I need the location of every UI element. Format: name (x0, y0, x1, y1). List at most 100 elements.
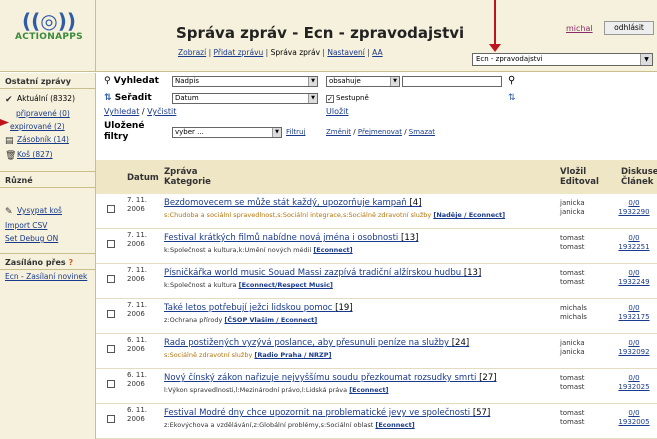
actionapps-logo[interactable]: ((◎)) ACTIONAPPS (14, 10, 84, 50)
site-select[interactable]: Ecn - zpravodajstvi ▼ (472, 53, 653, 66)
row-headline-link[interactable]: Rada postižených vyzývá poslance, aby př… (164, 338, 469, 348)
row-categories: s:Sociálně zdravotní služby [Radio Praha… (164, 351, 544, 359)
add-sort-icon[interactable]: ⇅ (508, 93, 516, 103)
row-source-link[interactable]: [ČSOP Vlašim / Econnect] (224, 316, 317, 324)
row-checkbox[interactable] (107, 345, 115, 353)
save-link[interactable]: Uložit (326, 107, 349, 116)
column-header-discussion-1: Diskuse (621, 167, 657, 177)
row-date-year: 2006 (127, 380, 145, 388)
filter-link[interactable]: Filtruj (286, 128, 305, 136)
row-date-year: 2006 (127, 310, 145, 318)
clear-link[interactable]: Vyčistit (147, 107, 176, 116)
row-source-link[interactable]: [Econnect] (375, 421, 414, 429)
row-categories-text: s:Chudoba a sociální spravedlnost,s:Soci… (164, 211, 434, 219)
column-header-author[interactable]: Vložil Editoval (560, 167, 599, 187)
row-discussion-link[interactable]: 0/0 (617, 409, 651, 418)
row-categories: z:Ekovýchova a vzdělávání,z:Globální pro… (164, 421, 544, 429)
row-categories: k:Společnost a kultura,k:Umění nových mé… (164, 246, 544, 254)
row-author: tomast tomast (560, 374, 585, 392)
delete-link[interactable]: Smazat (409, 128, 435, 136)
row-author-created: tomast (560, 234, 585, 242)
row-headline-link[interactable]: Festival krátkých filmů nabídne nová jmé… (164, 233, 418, 243)
row-checkbox[interactable] (107, 240, 115, 248)
search-operator-select[interactable]: obsahuje ▼ (326, 76, 400, 87)
column-header-message-1: Zpráva (164, 167, 198, 177)
tab-settings[interactable]: Nastavení (327, 48, 365, 57)
sidebar-item-prepared[interactable]: připravené (0) (0, 107, 95, 120)
row-article-link[interactable]: 1932249 (617, 278, 651, 287)
saved-filter-select[interactable]: vyber ... ▼ (172, 127, 282, 138)
search-field-value: Nadpis (175, 77, 200, 85)
row-article-link[interactable]: 1932092 (617, 348, 651, 357)
change-link[interactable]: Změnit (326, 128, 351, 136)
row-date: 6. 11. 2006 (127, 371, 147, 389)
row-discussion-link[interactable]: 0/0 (617, 234, 651, 243)
rename-link[interactable]: Přejmenovat (358, 128, 402, 136)
tab-view[interactable]: Zobrazí (178, 48, 206, 57)
sidebar-item-newsletter[interactable]: Ecn - Zasílaní novinek (0, 270, 95, 283)
sidebar-item-empty-trash[interactable]: ✎ Vysypat koš (0, 204, 95, 219)
sidebar-item-trash[interactable]: 🗑Koš (827) (0, 148, 95, 163)
row-discussion-link[interactable]: 0/0 (617, 374, 651, 383)
column-header-message[interactable]: Zpráva Kategorie (164, 167, 211, 187)
row-categories-text: k:Společnost a kultura,k:Umění nových mé… (164, 246, 314, 254)
row-source-link[interactable]: [Econnect] (313, 246, 352, 254)
row-headline-link[interactable]: Písničkářka world music Souad Massi zazp… (164, 268, 481, 278)
sidebar-item-expired[interactable]: expirované (2) (0, 120, 95, 133)
search-link[interactable]: Vyhledat (104, 107, 139, 116)
row-article-link[interactable]: 1932025 (617, 383, 651, 392)
search-input[interactable] (402, 76, 502, 87)
row-discussion-link[interactable]: 0/0 (617, 339, 651, 348)
sidebar-item-debug[interactable]: Set Debug ON (0, 232, 95, 245)
sidebar-item-import-csv[interactable]: Import CSV (0, 219, 95, 232)
row-article-link[interactable]: 1932251 (617, 243, 651, 252)
row-source-link[interactable]: [Naděje / Econnect] (433, 211, 505, 219)
row-author-edited: tomast (560, 243, 585, 251)
tab-aa[interactable]: AA (372, 48, 382, 57)
row-discussion-link[interactable]: 0/0 (617, 269, 651, 278)
sort-desc-checkbox[interactable]: ✓ (326, 95, 334, 103)
sidebar-item-holding-bin[interactable]: ▤ Zásobník (14) (0, 133, 95, 148)
column-header-discussion[interactable]: Diskuse Článek (621, 167, 657, 187)
row-date: 7. 11. 2006 (127, 266, 147, 284)
trash-icon: 🗑 (5, 151, 17, 161)
search-go-icon[interactable]: ⚲ (508, 75, 515, 86)
row-article-link[interactable]: 1932175 (617, 313, 651, 322)
row-count: [13] (463, 268, 482, 278)
sidebar-item-current[interactable]: ✔ Aktuální (8332) (0, 89, 95, 107)
row-headline-link[interactable]: Také letos potřebují ježci lidskou pomoc… (164, 303, 353, 313)
logout-button[interactable]: odhlásit (604, 21, 654, 35)
row-discussion-link[interactable]: 0/0 (617, 199, 651, 208)
tab-manage-items[interactable]: Správa zpráv (271, 48, 320, 57)
row-source-link[interactable]: [Radio Praha / NRZP] (254, 351, 331, 359)
chevron-down-icon: ▼ (640, 54, 652, 65)
table-row: 6. 11. 2006 Festival Modré dny chce upozor… (96, 404, 657, 439)
column-header-date[interactable]: Datum (127, 173, 159, 183)
row-headline-link[interactable]: Festival Modré dny chce upozornit na pro… (164, 408, 490, 418)
row-checkbox[interactable] (107, 380, 115, 388)
empty-trash-icon: ✎ (5, 207, 13, 217)
row-checkbox[interactable] (107, 415, 115, 423)
sort-desc-option[interactable]: ✓ Sestupně (326, 94, 369, 103)
help-icon[interactable]: ? (68, 258, 73, 267)
row-discussion: 0/0 1932175 (617, 304, 651, 322)
row-author: janicka janicka (560, 199, 585, 217)
row-source-link[interactable]: [Econnect] (349, 386, 388, 394)
row-discussion-link[interactable]: 0/0 (617, 304, 651, 313)
row-headline-link[interactable]: Bezdomovecem se může stát každý, upozorň… (164, 198, 422, 208)
row-source-link[interactable]: [Econnect/Respect Music] (239, 281, 333, 289)
page: ((◎)) ACTIONAPPS Správa zpráv - Ecn - zp… (0, 0, 657, 439)
tab-add-item[interactable]: Přidat zprávu (213, 48, 263, 57)
row-categories: z:Ochrana přírody [ČSOP Vlašim / Econnec… (164, 316, 544, 324)
row-checkbox[interactable] (107, 205, 115, 213)
search-field-select[interactable]: Nadpis ▼ (172, 76, 318, 87)
row-article-link[interactable]: 1932290 (617, 208, 651, 217)
sidebar-item-label: Koš (827) (17, 150, 53, 159)
row-checkbox[interactable] (107, 275, 115, 283)
row-article-link[interactable]: 1932005 (617, 418, 651, 427)
row-author-edited: tomast (560, 278, 585, 286)
user-link[interactable]: michal (566, 24, 593, 33)
row-headline-link[interactable]: Nový čínský zákon nařizuje nejvyššímu so… (164, 373, 497, 383)
row-checkbox[interactable] (107, 310, 115, 318)
sort-field-select[interactable]: Datum ▼ (172, 93, 318, 104)
